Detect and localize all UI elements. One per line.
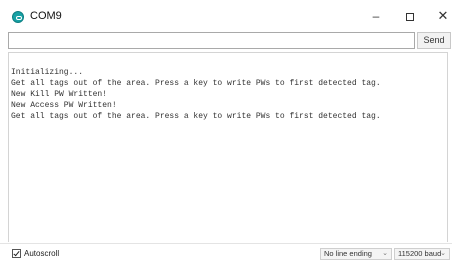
- window-title: COM9: [30, 10, 62, 22]
- autoscroll-label: Autoscroll: [24, 248, 60, 258]
- maximize-icon: [406, 12, 414, 21]
- line-ending-select[interactable]: No line ending ⌄: [320, 248, 392, 260]
- output-line: Get all tags out of the area. Press a ke…: [11, 79, 381, 88]
- maximize-button[interactable]: [403, 9, 417, 23]
- output-line: Initializing...: [11, 68, 84, 77]
- baud-rate-select[interactable]: 115200 baud ⌄: [394, 248, 450, 260]
- baud-rate-value: 115200 baud: [398, 249, 442, 258]
- output-line: Get all tags out of the area. Press a ke…: [11, 112, 381, 121]
- minimize-button[interactable]: –: [369, 9, 383, 23]
- send-button[interactable]: Send: [417, 32, 451, 49]
- input-row: Send: [8, 32, 451, 49]
- status-bar: Autoscroll No line ending ⌄ 115200 baud …: [0, 243, 452, 261]
- chevron-down-icon: ⌄: [440, 250, 446, 257]
- output-line: New Access PW Written!: [11, 101, 117, 110]
- output-line: New Kill PW Written!: [11, 90, 108, 99]
- autoscroll-checkbox[interactable]: [12, 248, 21, 258]
- arduino-icon: [12, 11, 24, 23]
- serial-output[interactable]: Initializing... Get all tags out of the …: [8, 52, 448, 242]
- line-ending-value: No line ending: [324, 249, 372, 258]
- serial-monitor-window: COM9 – ✕ Send Initializing... Get all ta…: [0, 0, 452, 261]
- serial-input[interactable]: [8, 32, 415, 49]
- close-button[interactable]: ✕: [436, 9, 450, 23]
- autoscroll-toggle[interactable]: Autoscroll: [12, 247, 59, 259]
- chevron-down-icon: ⌄: [382, 250, 388, 257]
- title-bar: COM9 – ✕: [0, 0, 452, 30]
